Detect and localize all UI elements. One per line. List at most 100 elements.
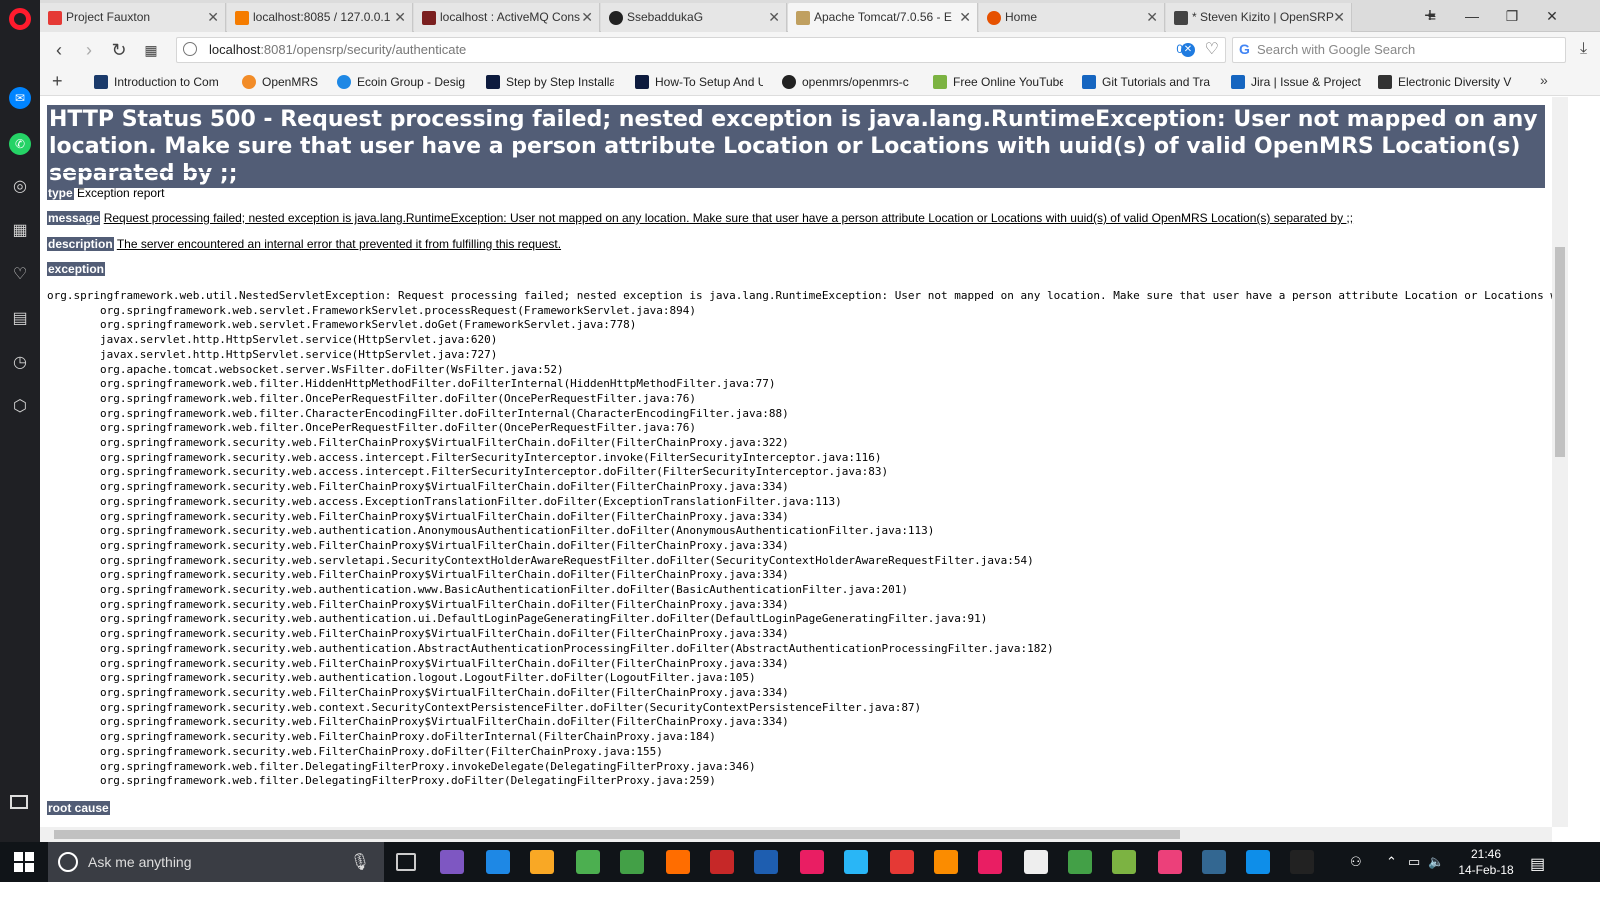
bookmark-item[interactable]: Jira | Issue & Project [1229,68,1361,96]
windows-start-icon[interactable] [14,852,34,872]
adblock-icon[interactable]: ✕ [1181,43,1195,57]
page-content: HTTP Status 500 - Request processing fai… [40,97,1552,827]
horizontal-scrollbar[interactable] [40,827,1552,842]
edge-icon[interactable] [486,850,510,874]
vertical-scrollbar[interactable] [1552,97,1568,827]
bookmark-item[interactable]: Git Tutorials and Tra [1080,68,1214,96]
description-value: The server encountered an internal error… [116,237,562,251]
tray-chevron-icon[interactable]: ⌃ [1386,854,1397,870]
music-icon[interactable] [1158,850,1182,874]
activemq-favicon-icon [422,11,436,25]
sync-icon[interactable] [1068,850,1092,874]
bookmarks-heart-icon[interactable]: ♡ [9,264,31,286]
flickr-icon[interactable] [978,850,1002,874]
teamviewer-icon[interactable] [1246,850,1270,874]
notifications-icon[interactable]: ▤ [1530,854,1545,874]
window-icon[interactable] [844,850,868,874]
close-tab-icon[interactable]: ✕ [1333,3,1345,32]
tab-github[interactable]: SsebaddukaG ✕ [601,3,787,32]
windows-taskbar: Ask me anything 🎙 ⚇ ⌃ ▭ 🔈 21:46 14-Feb-1… [0,842,1600,882]
phpmyadmin-favicon-icon [235,11,249,25]
hotspot-icon[interactable] [620,850,644,874]
cortana-app-icon[interactable] [440,850,464,874]
bookmark-favicon-icon [337,75,351,89]
close-window-button[interactable]: ✕ [1532,0,1572,32]
xampp-icon[interactable] [934,850,958,874]
close-tab-icon[interactable]: ✕ [959,3,971,32]
bookmark-item[interactable]: Introduction to Com [92,68,224,96]
download-icon[interactable]: ⤓ [1580,40,1587,58]
file-explorer-icon[interactable] [530,850,554,874]
word-icon[interactable] [754,850,778,874]
snapshot-icon[interactable]: ◎ [9,176,31,198]
search-placeholder: Search with Google Search [1257,42,1416,57]
people-icon[interactable]: ⚇ [1350,854,1362,870]
whatsapp-icon[interactable]: ✆ [9,133,31,155]
close-tab-icon[interactable]: ✕ [768,3,780,32]
opera-icon[interactable] [890,850,914,874]
restore-button[interactable]: ❐ [1492,0,1532,32]
tab-project-fauxton[interactable]: Project Fauxton ✕ [40,3,226,32]
google-icon: G [1239,41,1250,57]
tab-menu-icon[interactable]: ≡ [1412,0,1452,32]
tab-label: Apache Tomcat/7.0.56 - E [814,10,952,24]
bookmark-item[interactable]: Step by Step Installa [484,68,614,96]
bookmark-item[interactable]: Electronic Diversity V [1376,68,1516,96]
messenger-icon[interactable]: ✉ [9,87,31,109]
tab-activemq[interactable]: localhost : ActiveMQ Cons ✕ [414,3,600,32]
tab-apache-tomcat[interactable]: Apache Tomcat/7.0.56 - E ✕ [788,3,978,32]
back-icon[interactable]: ‹ [46,38,72,62]
bookmark-item[interactable]: Ecoin Group - Desig [335,68,465,96]
url-field[interactable]: localhost:8081/opensrp/security/authenti… [176,37,1226,63]
more-bookmarks-icon[interactable]: » [1540,72,1548,88]
cortana-search-field[interactable]: Ask me anything 🎙 [48,842,384,882]
tab-phpmyadmin[interactable]: localhost:8085 / 127.0.0.1 ✕ [227,3,413,32]
intellij-icon[interactable] [800,850,824,874]
battery-icon[interactable]: ▭ [1408,854,1420,870]
bookmark-favicon-icon [94,75,108,89]
bookmark-item[interactable]: Free Online YouTube [931,68,1063,96]
history-icon[interactable]: ◷ [9,352,31,374]
bookmark-item[interactable]: How-To Setup And U [633,68,763,96]
bookmark-item[interactable]: OpenMRS [240,68,326,96]
scroll-thumb[interactable] [54,830,1180,839]
scroll-thumb[interactable] [1555,247,1565,457]
tab-home[interactable]: Home ✕ [979,3,1165,32]
minimize-button[interactable]: — [1452,0,1492,32]
reload-icon[interactable]: ↻ [106,38,132,62]
message-label: message [47,211,101,225]
bookmark-label: openmrs/openmrs-c [802,75,909,89]
volume-icon[interactable]: 🔈 [1428,854,1444,870]
exception-label: exception [47,262,106,276]
tab-slack-opensrp[interactable]: * Steven Kizito | OpenSRP ✕ [1166,3,1352,32]
close-tab-icon[interactable]: ✕ [207,3,219,32]
terminal-icon[interactable] [1290,850,1314,874]
cortana-placeholder: Ask me anything [88,854,192,870]
close-tab-icon[interactable]: ✕ [1146,3,1158,32]
news-icon[interactable]: ▤ [9,308,31,330]
android-icon[interactable] [1112,850,1136,874]
game-icon[interactable] [710,850,734,874]
opera-menu-icon[interactable] [9,8,31,30]
forward-icon[interactable]: › [76,38,102,62]
message-value: Request processing failed; nested except… [103,211,1354,225]
close-tab-icon[interactable]: ✕ [581,3,593,32]
speed-dial-grid-icon[interactable]: ▦ [138,38,164,62]
postgres-icon[interactable] [1202,850,1226,874]
sidebar-toggle-icon[interactable] [10,795,28,809]
speed-dial-icon[interactable]: ▦ [9,220,31,242]
mail-icon[interactable] [1024,850,1048,874]
add-bookmark-icon[interactable]: + [52,71,63,92]
task-view-icon[interactable] [396,853,416,871]
store-icon[interactable] [576,850,600,874]
close-tab-icon[interactable]: ✕ [394,3,406,32]
bookmark-item[interactable]: openmrs/openmrs-c [780,68,914,96]
bookmark-heart-icon[interactable]: ♡ [1205,39,1219,59]
extensions-icon[interactable]: ⬡ [9,396,31,418]
bookmark-label: OpenMRS [262,75,319,89]
firefox-icon[interactable] [666,850,690,874]
search-field[interactable]: G Search with Google Search [1232,37,1566,63]
clock[interactable]: 21:46 14-Feb-18 [1446,846,1526,878]
microphone-icon[interactable]: 🎙 [350,852,370,872]
bookmark-favicon-icon [1378,75,1392,89]
